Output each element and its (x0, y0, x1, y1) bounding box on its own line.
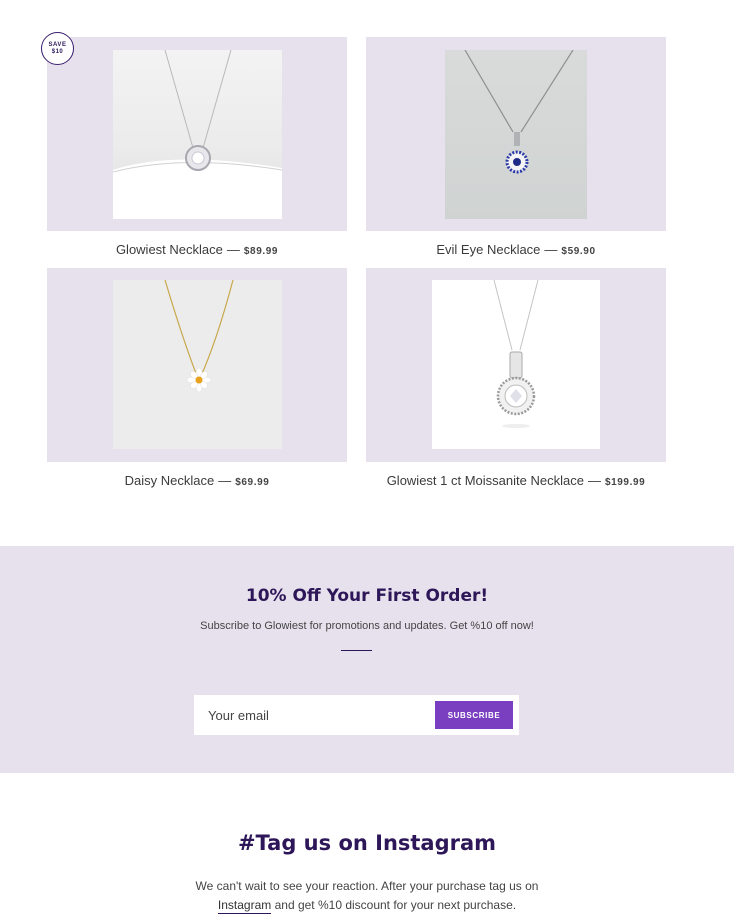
product-card-moissanite-necklace[interactable]: Glowiest 1 ct Moissanite Necklace — $199.9… (366, 268, 666, 488)
price-separator: — (587, 473, 601, 488)
product-caption[interactable]: Evil Eye Necklace — $59.90 (366, 242, 666, 257)
sale-badge-line2: $10 (51, 48, 64, 55)
subscribe-button[interactable]: SUBSCRIBE (435, 701, 513, 729)
product-image[interactable] (432, 280, 600, 449)
newsletter-subtitle: Subscribe to Glowiest for promotions and… (200, 620, 534, 632)
sale-badge-line1: SAVE (48, 41, 67, 48)
product-name[interactable]: Evil Eye Necklace (436, 242, 540, 257)
product-name[interactable]: Glowiest 1 ct Moissanite Necklace (387, 473, 584, 488)
price-separator: — (218, 473, 232, 488)
newsletter-title: 10% Off Your First Order! (245, 586, 489, 606)
price-separator: — (226, 242, 240, 257)
product-name[interactable]: Daisy Necklace (125, 473, 215, 488)
product-caption[interactable]: Daisy Necklace — $69.99 (47, 473, 347, 488)
instagram-text-line2: Instagram and get %10 discount for your … (0, 898, 734, 914)
instagram-text-rest: and get %10 discount for your next purch… (271, 898, 517, 912)
product-price: $199.99 (604, 477, 646, 488)
product-image-frame[interactable] (47, 37, 347, 231)
newsletter-section: 10% Off Your First Order! Subscribe to G… (0, 546, 734, 773)
product-price: $69.99 (235, 477, 270, 488)
email-input[interactable] (194, 695, 434, 735)
product-card-evil-eye-necklace[interactable]: Evil Eye Necklace — $59.90 (366, 37, 666, 257)
product-image[interactable] (445, 50, 587, 219)
product-image[interactable] (113, 280, 282, 449)
product-image-frame[interactable] (366, 268, 666, 462)
product-price: $89.99 (243, 246, 279, 257)
product-image-frame[interactable] (366, 37, 666, 231)
instagram-section: #Tag us on Instagram We can't wait to se… (0, 773, 734, 918)
product-card-glowiest-necklace[interactable]: Glowiest Necklace — $89.99 (47, 37, 347, 257)
product-image[interactable] (113, 50, 282, 219)
price-separator: — (544, 242, 558, 257)
product-price: $59.90 (561, 246, 596, 257)
product-name[interactable]: Glowiest Necklace (116, 242, 223, 257)
sale-badge: SAVE $10 (41, 32, 74, 65)
product-caption[interactable]: Glowiest 1 ct Moissanite Necklace — $199.9… (366, 473, 666, 488)
instagram-link[interactable]: Instagram (217, 898, 272, 914)
product-grid: SAVE $10 Glowiest Necklace — $89.99 Evil… (0, 0, 734, 546)
instagram-title: #Tag us on Instagram (237, 831, 497, 855)
instagram-text-line1: We can't wait to see your reaction. Afte… (195, 879, 539, 893)
product-image-frame[interactable] (47, 268, 347, 462)
newsletter-form: SUBSCRIBE (194, 695, 519, 735)
divider (341, 650, 372, 651)
product-caption[interactable]: Glowiest Necklace — $89.99 (47, 242, 347, 257)
product-card-daisy-necklace[interactable]: Daisy Necklace — $69.99 (47, 268, 347, 488)
